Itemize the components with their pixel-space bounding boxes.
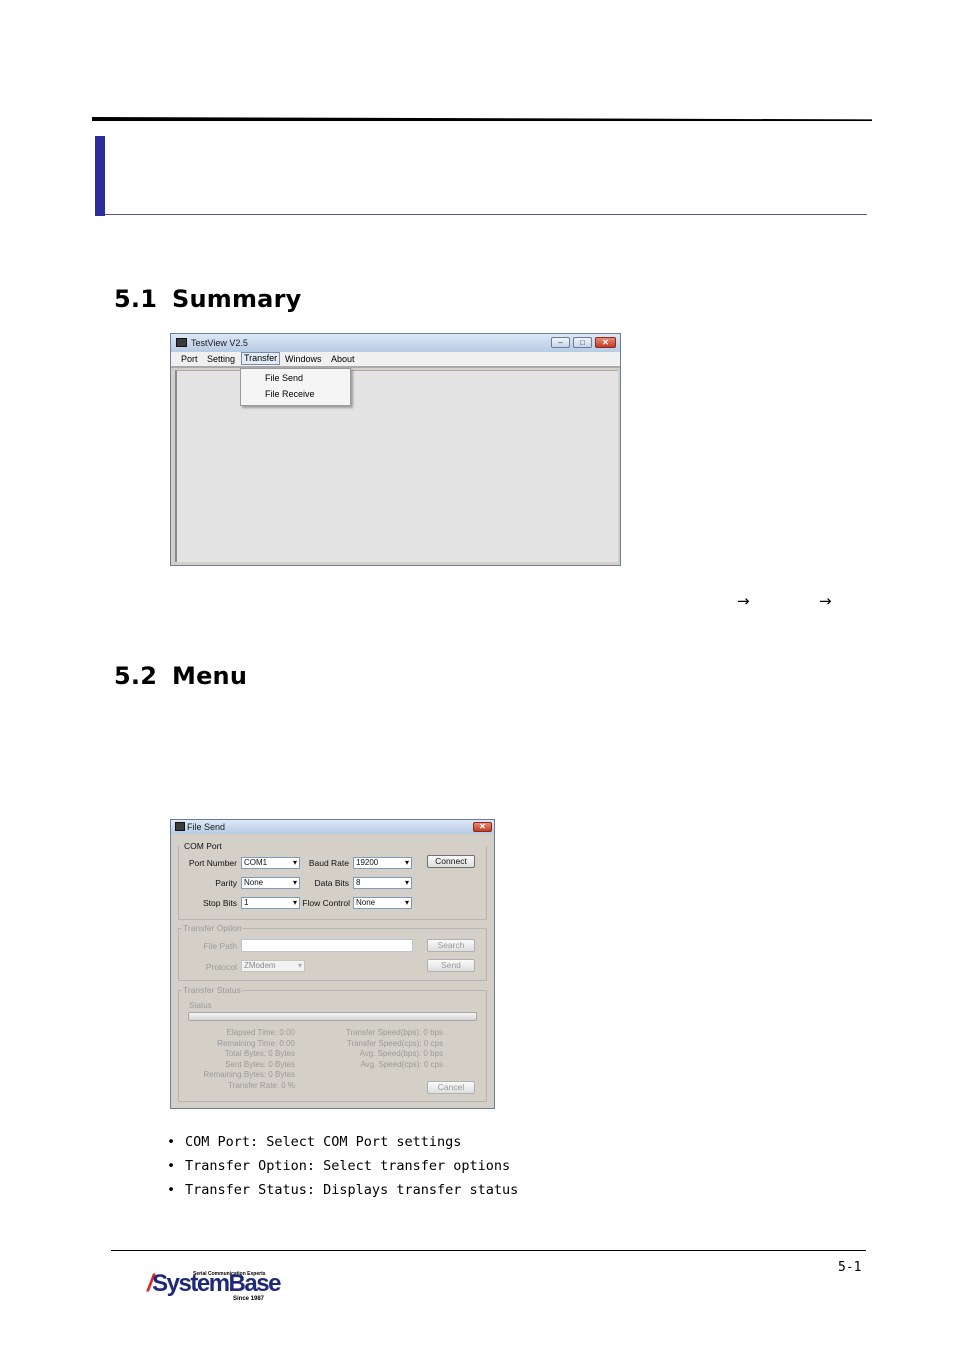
data-bits-select[interactable]: 8 bbox=[353, 877, 412, 889]
baud-rate-select[interactable]: 19200 bbox=[353, 857, 412, 869]
section-number: 5.2 bbox=[114, 662, 158, 690]
sent-bytes: Sent Bytes: 0 Bytes bbox=[225, 1059, 295, 1069]
menu-windows[interactable]: Windows bbox=[285, 352, 322, 366]
flow-control-select[interactable]: None bbox=[353, 897, 412, 909]
flow-control-label: Flow Control bbox=[302, 898, 350, 908]
chapter-underline bbox=[105, 214, 867, 215]
data-bits-label: Data Bits bbox=[314, 878, 350, 888]
file-path-label: File Path bbox=[203, 941, 237, 951]
file-send-dialog: File Send ✕ COM Port Port Number COM1 Ba… bbox=[170, 819, 495, 1109]
top-rule bbox=[92, 117, 872, 121]
avg-speed-bps: Avg. Speed(bps): 0 bps bbox=[359, 1049, 443, 1058]
stop-bits-label: Stop Bits bbox=[202, 898, 237, 908]
status-label: Status bbox=[189, 1001, 212, 1010]
connect-button[interactable]: Connect bbox=[427, 855, 475, 868]
send-button[interactable]: Send bbox=[427, 959, 475, 972]
feature-list: • COM Port: Select COM Port settings • Tra… bbox=[167, 1133, 518, 1205]
elapsed-time: Elapsed Time: 0:00 bbox=[226, 1028, 295, 1037]
close-icon[interactable]: ✕ bbox=[595, 337, 616, 348]
page-number: 5-1 bbox=[838, 1260, 862, 1275]
menu-item-file-send[interactable]: File Send bbox=[265, 373, 303, 383]
list-item: • Transfer Option: Select transfer option… bbox=[167, 1158, 511, 1174]
status-left-column: Elapsed Time: 0:00 Remaining Time: 0:00 … bbox=[177, 1028, 295, 1091]
logo-since: Since 1987 bbox=[233, 1296, 265, 1302]
arrow-2: → bbox=[819, 592, 832, 610]
menu-setting[interactable]: Setting bbox=[207, 352, 235, 366]
remaining-bytes: Remaining Bytes: 0 Bytes bbox=[203, 1070, 295, 1079]
window-titlebar: TestView V2.5 – □ ✕ bbox=[171, 334, 620, 352]
list-item: • COM Port: Select COM Port settings bbox=[167, 1134, 462, 1150]
transfer-progress-bar bbox=[188, 1012, 477, 1021]
transfer-option-group: Transfer Option bbox=[178, 923, 487, 981]
menu-bar: Port Setting Transfer Windows About bbox=[171, 352, 620, 368]
protocol-label: Protocol bbox=[205, 962, 237, 972]
protocol-select[interactable]: ZModem bbox=[241, 960, 305, 972]
parity-select[interactable]: None bbox=[241, 877, 300, 889]
list-item: • Transfer Status: Displays transfer stat… bbox=[167, 1182, 519, 1198]
transfer-option-title: Transfer Option bbox=[182, 923, 243, 933]
app-icon bbox=[176, 338, 187, 347]
port-number-label: Port Number bbox=[188, 858, 237, 868]
chapter-accent-bar bbox=[95, 136, 105, 216]
dialog-icon bbox=[175, 822, 185, 831]
parity-label: Parity bbox=[215, 878, 237, 888]
stop-bits-select[interactable]: 1 bbox=[241, 897, 300, 909]
cancel-button[interactable]: Cancel bbox=[427, 1081, 475, 1094]
section-number: 5.1 bbox=[114, 285, 158, 313]
avg-speed-cps: Avg. Speed(cps): 0 cps bbox=[360, 1059, 443, 1069]
transfer-speed-bps: Transfer Speed(bps): 0 bps bbox=[345, 1028, 443, 1037]
section-heading-menu: 5.2 Menu bbox=[114, 662, 247, 690]
transfer-speed-cps: Transfer Speed(cps): 0 cps bbox=[346, 1038, 443, 1048]
arrow-1: → bbox=[737, 592, 750, 610]
transfer-status-title: Transfer Status bbox=[182, 985, 242, 995]
section-heading-summary: 5.1 Summary bbox=[114, 285, 301, 313]
file-path-input[interactable] bbox=[241, 939, 413, 952]
dialog-titlebar: File Send ✕ bbox=[171, 820, 494, 834]
status-right-column: Transfer Speed(bps): 0 bps Transfer Spee… bbox=[311, 1028, 443, 1070]
systembase-logo: /SystemBase bbox=[147, 1270, 281, 1297]
section-title: Summary bbox=[172, 285, 302, 313]
search-button[interactable]: Search bbox=[427, 939, 475, 952]
minimize-icon[interactable]: – bbox=[551, 337, 570, 348]
section-title: Menu bbox=[172, 662, 248, 690]
testview-window: TestView V2.5 – □ ✕ Port Setting Transfe… bbox=[170, 333, 621, 566]
menu-transfer[interactable]: Transfer bbox=[241, 352, 281, 365]
menu-about[interactable]: About bbox=[331, 352, 355, 366]
com-port-title: COM Port bbox=[183, 841, 223, 851]
transfer-dropdown: File Send File Receive bbox=[240, 368, 351, 406]
window-title: TestView V2.5 bbox=[191, 338, 248, 348]
transfer-rate: Transfer Rate: 0 % bbox=[228, 1080, 295, 1090]
remaining-time: Remaining Time: 0:00 bbox=[217, 1038, 295, 1048]
total-bytes: Total Bytes: 0 Bytes bbox=[224, 1049, 295, 1058]
menu-port[interactable]: Port bbox=[181, 352, 198, 366]
port-number-select[interactable]: COM1 bbox=[241, 857, 300, 869]
menu-item-file-receive[interactable]: File Receive bbox=[265, 389, 315, 399]
maximize-icon[interactable]: □ bbox=[573, 337, 592, 348]
footer-rule bbox=[111, 1250, 866, 1251]
close-icon[interactable]: ✕ bbox=[473, 822, 492, 832]
baud-rate-label: Baud Rate bbox=[308, 858, 349, 868]
dialog-title: File Send bbox=[187, 822, 226, 832]
